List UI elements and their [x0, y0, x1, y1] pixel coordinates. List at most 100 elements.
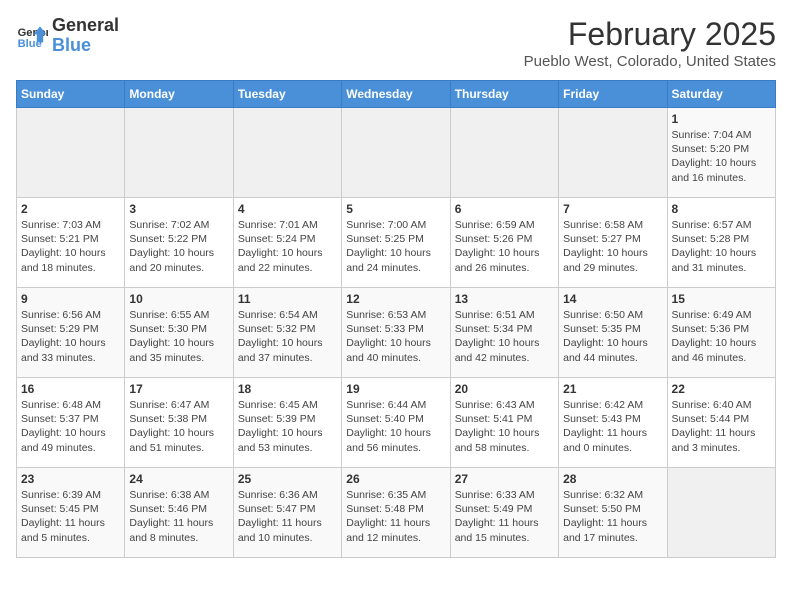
- day-info: Sunrise: 6:50 AMSunset: 5:35 PMDaylight:…: [563, 308, 662, 365]
- day-number: 28: [563, 472, 662, 486]
- day-info: Sunrise: 7:01 AMSunset: 5:24 PMDaylight:…: [238, 218, 337, 275]
- calendar-cell: 18Sunrise: 6:45 AMSunset: 5:39 PMDayligh…: [233, 378, 341, 468]
- page-header: General Blue General Blue February 2025 …: [16, 16, 776, 70]
- calendar-cell: 10 Sunrise: 6:55 AMSunset: 5:30 PMDayligh…: [125, 288, 233, 378]
- day-info: Sunrise: 6:47 AMSunset: 5:38 PMDaylight:…: [129, 398, 228, 455]
- calendar-cell: 5 Sunrise: 7:00 AMSunset: 5:25 PMDaylight…: [342, 198, 450, 288]
- day-info: Sunrise: 7:03 AMSunset: 5:21 PMDaylight:…: [21, 218, 120, 275]
- calendar-cell: 11 Sunrise: 6:54 AMSunset: 5:32 PMDayligh…: [233, 288, 341, 378]
- calendar-week-row: 23 Sunrise: 6:39 AMSunset: 5:45 PMDayligh…: [17, 468, 776, 558]
- day-number: 24: [129, 472, 228, 486]
- day-number: 8: [672, 202, 771, 216]
- day-number: 21: [563, 382, 662, 396]
- calendar-cell: 14 Sunrise: 6:50 AMSunset: 5:35 PMDayligh…: [559, 288, 667, 378]
- calendar-title: February 2025: [524, 16, 776, 53]
- weekday-header: Sunday: [17, 81, 125, 108]
- day-info: Sunrise: 6:54 AMSunset: 5:32 PMDaylight:…: [238, 308, 337, 365]
- logo: General Blue General Blue: [16, 16, 119, 56]
- calendar-cell: [342, 108, 450, 198]
- day-info: Sunrise: 7:04 AMSunset: 5:20 PMDaylight:…: [672, 128, 771, 185]
- calendar-cell: 22 Sunrise: 6:40 AMSunset: 5:44 PMDayligh…: [667, 378, 775, 468]
- day-info: Sunrise: 6:39 AMSunset: 5:45 PMDaylight:…: [21, 488, 120, 545]
- day-info: Sunrise: 6:59 AMSunset: 5:26 PMDaylight:…: [455, 218, 554, 275]
- calendar-cell: [559, 108, 667, 198]
- day-info: Sunrise: 6:57 AMSunset: 5:28 PMDaylight:…: [672, 218, 771, 275]
- day-number: 23: [21, 472, 120, 486]
- calendar-cell: 12 Sunrise: 6:53 AMSunset: 5:33 PMDayligh…: [342, 288, 450, 378]
- day-info: Sunrise: 7:00 AMSunset: 5:25 PMDaylight:…: [346, 218, 445, 275]
- day-number: 19: [346, 382, 445, 396]
- calendar-cell: [450, 108, 558, 198]
- calendar-cell: 23 Sunrise: 6:39 AMSunset: 5:45 PMDayligh…: [17, 468, 125, 558]
- calendar-week-row: 9 Sunrise: 6:56 AMSunset: 5:29 PMDaylight…: [17, 288, 776, 378]
- day-number: 14: [563, 292, 662, 306]
- calendar-cell: 16 Sunrise: 6:48 AMSunset: 5:37 PMDayligh…: [17, 378, 125, 468]
- day-number: 1: [672, 112, 771, 126]
- weekday-header: Tuesday: [233, 81, 341, 108]
- calendar-cell: 2Sunrise: 7:03 AMSunset: 5:21 PMDaylight…: [17, 198, 125, 288]
- calendar-table: SundayMondayTuesdayWednesdayThursdayFrid…: [16, 80, 776, 558]
- calendar-cell: 4 Sunrise: 7:01 AMSunset: 5:24 PMDaylight…: [233, 198, 341, 288]
- day-info: Sunrise: 6:36 AMSunset: 5:47 PMDaylight:…: [238, 488, 337, 545]
- weekday-header: Friday: [559, 81, 667, 108]
- day-info: Sunrise: 6:55 AMSunset: 5:30 PMDaylight:…: [129, 308, 228, 365]
- day-info: Sunrise: 6:44 AMSunset: 5:40 PMDaylight:…: [346, 398, 445, 455]
- calendar-cell: [667, 468, 775, 558]
- day-number: 11: [238, 292, 337, 306]
- calendar-cell: 6 Sunrise: 6:59 AMSunset: 5:26 PMDaylight…: [450, 198, 558, 288]
- calendar-cell: 3 Sunrise: 7:02 AMSunset: 5:22 PMDaylight…: [125, 198, 233, 288]
- day-number: 17: [129, 382, 228, 396]
- calendar-cell: [125, 108, 233, 198]
- weekday-header: Monday: [125, 81, 233, 108]
- weekday-header: Saturday: [667, 81, 775, 108]
- day-number: 12: [346, 292, 445, 306]
- day-info: Sunrise: 6:56 AMSunset: 5:29 PMDaylight:…: [21, 308, 120, 365]
- day-number: 4: [238, 202, 337, 216]
- calendar-cell: 27Sunrise: 6:33 AMSunset: 5:49 PMDayligh…: [450, 468, 558, 558]
- calendar-week-row: 16 Sunrise: 6:48 AMSunset: 5:37 PMDayligh…: [17, 378, 776, 468]
- logo-text: General Blue: [52, 16, 119, 56]
- calendar-cell: 20Sunrise: 6:43 AMSunset: 5:41 PMDayligh…: [450, 378, 558, 468]
- day-number: 16: [21, 382, 120, 396]
- day-number: 15: [672, 292, 771, 306]
- day-info: Sunrise: 6:35 AMSunset: 5:48 PMDaylight:…: [346, 488, 445, 545]
- weekday-header: Wednesday: [342, 81, 450, 108]
- day-number: 6: [455, 202, 554, 216]
- day-number: 22: [672, 382, 771, 396]
- title-block: February 2025 Pueblo West, Colorado, Uni…: [524, 16, 776, 70]
- calendar-week-row: 1 Sunrise: 7:04 AMSunset: 5:20 PMDaylight…: [17, 108, 776, 198]
- day-number: 5: [346, 202, 445, 216]
- calendar-cell: 15 Sunrise: 6:49 AMSunset: 5:36 PMDayligh…: [667, 288, 775, 378]
- logo-icon: General Blue: [16, 20, 48, 52]
- day-number: 9: [21, 292, 120, 306]
- calendar-header-row: SundayMondayTuesdayWednesdayThursdayFrid…: [17, 81, 776, 108]
- calendar-cell: 26 Sunrise: 6:35 AMSunset: 5:48 PMDayligh…: [342, 468, 450, 558]
- day-info: Sunrise: 6:40 AMSunset: 5:44 PMDaylight:…: [672, 398, 771, 455]
- weekday-header: Thursday: [450, 81, 558, 108]
- day-info: Sunrise: 6:49 AMSunset: 5:36 PMDaylight:…: [672, 308, 771, 365]
- day-number: 25: [238, 472, 337, 486]
- day-number: 10: [129, 292, 228, 306]
- day-info: Sunrise: 7:02 AMSunset: 5:22 PMDaylight:…: [129, 218, 228, 275]
- calendar-cell: [233, 108, 341, 198]
- calendar-cell: 13Sunrise: 6:51 AMSunset: 5:34 PMDayligh…: [450, 288, 558, 378]
- day-number: 7: [563, 202, 662, 216]
- day-number: 3: [129, 202, 228, 216]
- day-number: 26: [346, 472, 445, 486]
- day-info: Sunrise: 6:53 AMSunset: 5:33 PMDaylight:…: [346, 308, 445, 365]
- calendar-cell: 8 Sunrise: 6:57 AMSunset: 5:28 PMDaylight…: [667, 198, 775, 288]
- calendar-cell: 17 Sunrise: 6:47 AMSunset: 5:38 PMDayligh…: [125, 378, 233, 468]
- day-number: 27: [455, 472, 554, 486]
- calendar-cell: 25 Sunrise: 6:36 AMSunset: 5:47 PMDayligh…: [233, 468, 341, 558]
- calendar-cell: 9 Sunrise: 6:56 AMSunset: 5:29 PMDaylight…: [17, 288, 125, 378]
- day-info: Sunrise: 6:32 AMSunset: 5:50 PMDaylight:…: [563, 488, 662, 545]
- calendar-cell: 24Sunrise: 6:38 AMSunset: 5:46 PMDayligh…: [125, 468, 233, 558]
- calendar-week-row: 2Sunrise: 7:03 AMSunset: 5:21 PMDaylight…: [17, 198, 776, 288]
- day-info: Sunrise: 6:43 AMSunset: 5:41 PMDaylight:…: [455, 398, 554, 455]
- calendar-cell: 28 Sunrise: 6:32 AMSunset: 5:50 PMDayligh…: [559, 468, 667, 558]
- calendar-cell: 19 Sunrise: 6:44 AMSunset: 5:40 PMDayligh…: [342, 378, 450, 468]
- calendar-subtitle: Pueblo West, Colorado, United States: [524, 53, 776, 70]
- day-info: Sunrise: 6:51 AMSunset: 5:34 PMDaylight:…: [455, 308, 554, 365]
- day-info: Sunrise: 6:48 AMSunset: 5:37 PMDaylight:…: [21, 398, 120, 455]
- calendar-cell: [17, 108, 125, 198]
